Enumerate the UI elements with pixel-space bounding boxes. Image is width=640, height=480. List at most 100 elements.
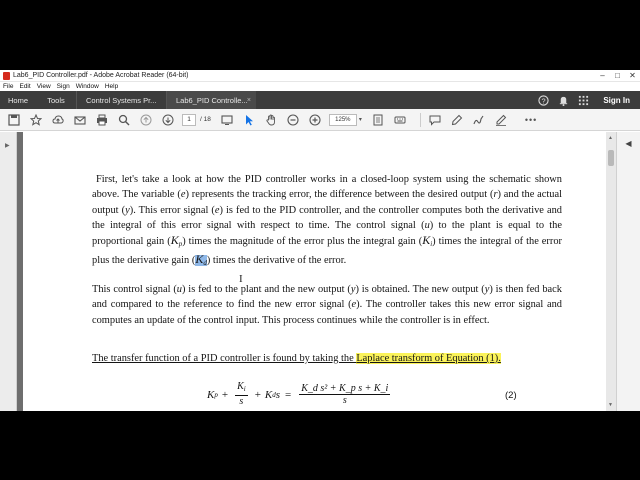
- eq-kp-sub: p: [214, 390, 218, 399]
- zoom-dropdown-icon[interactable]: ▾: [359, 116, 362, 123]
- scrollbar-thumb[interactable]: [608, 150, 614, 166]
- comment-icon[interactable]: [427, 112, 443, 128]
- fill-sign-icon[interactable]: [493, 112, 509, 128]
- tab-control-systems-doc[interactable]: Control Systems Pr...: [76, 91, 166, 109]
- equation-2: Kp + Ki s + Kds = K_d s² + K_p s + K_i s: [207, 381, 393, 408]
- minimize-button[interactable]: –: [595, 70, 610, 82]
- maximize-button[interactable]: □: [610, 70, 625, 82]
- bookmark-star-icon[interactable]: [28, 112, 44, 128]
- var-kp: K: [170, 233, 179, 248]
- expand-left-panel-icon[interactable]: ▶: [5, 142, 10, 149]
- paragraph-2: This control signal (u) is fed to the pl…: [92, 282, 562, 328]
- page-navigation: 1 / 18: [182, 113, 211, 126]
- select-cursor-icon[interactable]: [241, 112, 257, 128]
- menu-view[interactable]: View: [37, 83, 51, 90]
- selected-kd-highlight[interactable]: Kd: [195, 252, 207, 267]
- var-ki: K: [422, 233, 431, 248]
- equation-number: (2): [505, 390, 517, 401]
- window-title: Lab6_PID Controller.pdf - Adobe Acrobat …: [13, 72, 189, 79]
- menu-help[interactable]: Help: [105, 83, 118, 90]
- page-number-input[interactable]: 1: [182, 113, 196, 126]
- text-run: ) is fed to the plant and the new output…: [181, 284, 351, 295]
- paragraph-3: The transfer function of a PID controlle…: [92, 351, 562, 366]
- text-run: This control signal (: [92, 284, 177, 295]
- letterbox-top: [0, 0, 640, 70]
- hand-tool-icon[interactable]: [263, 112, 279, 128]
- eq-equals: =: [285, 388, 292, 401]
- underlined-text: The transfer function of a PID controlle…: [92, 353, 357, 364]
- window-controls: – □ ✕: [595, 70, 640, 82]
- tab-lab6-doc[interactable]: Lab6_PID Controlle... ×: [166, 91, 256, 109]
- header-right-icons: ? Sign In: [529, 91, 640, 109]
- toolbar-separator: [419, 112, 421, 127]
- text-run: ) represents the tracking error, the dif…: [185, 189, 494, 201]
- zoom-out-icon[interactable]: [285, 112, 301, 128]
- eq-kd: K: [264, 388, 273, 401]
- vertical-scrollbar[interactable]: ▲ ▼: [606, 132, 616, 411]
- help-icon[interactable]: ?: [537, 94, 549, 106]
- text-cursor-ibeam-icon: I: [239, 273, 243, 285]
- tab-spacer: [256, 91, 529, 109]
- collapse-right-panel-icon[interactable]: ◀: [624, 138, 634, 148]
- eq-ki: K: [237, 381, 244, 392]
- main-toolbar: 1 / 18 125% ▾ •••: [0, 109, 640, 131]
- scroll-down-icon[interactable]: ▼: [608, 402, 613, 408]
- page-total: / 18: [200, 116, 211, 123]
- highlighted-laplace-text[interactable]: Laplace transform of Equation (1).: [356, 353, 501, 364]
- tab-label: Lab6_PID Controlle...: [176, 95, 248, 105]
- acrobat-app-icon: [3, 71, 10, 80]
- tab-label: Control Systems Pr...: [86, 95, 157, 105]
- title-bar: Lab6_PID Controller.pdf - Adobe Acrobat …: [0, 70, 640, 82]
- text-run: ). This error signal (: [129, 204, 215, 216]
- page-display-icon[interactable]: [219, 112, 235, 128]
- close-window-button[interactable]: ✕: [625, 70, 640, 82]
- save-icon[interactable]: [6, 112, 22, 128]
- letterbox-bottom: [0, 411, 640, 480]
- previous-page-icon[interactable]: [138, 112, 154, 128]
- draw-freehand-icon[interactable]: [471, 112, 487, 128]
- eq-fraction-transfer: K_d s² + K_p s + K_i s: [299, 382, 391, 407]
- notifications-bell-icon[interactable]: [557, 94, 569, 106]
- eq-plus: +: [221, 388, 229, 401]
- email-icon[interactable]: [72, 112, 88, 128]
- tab-tools[interactable]: Tools: [36, 91, 76, 109]
- eq-transfer-denominator: s: [342, 394, 347, 406]
- keyboard-icon[interactable]: [392, 112, 408, 128]
- tab-home[interactable]: Home: [0, 91, 36, 109]
- sign-in-button[interactable]: Sign In: [603, 96, 630, 105]
- text-run: ) times the magnitude of the error plus …: [182, 236, 423, 248]
- menu-bar: File Edit View Sign Window Help: [0, 82, 640, 91]
- pdf-page: First, let's take a look at how the PID …: [23, 132, 606, 411]
- acrobat-window: Lab6_PID Controller.pdf - Adobe Acrobat …: [0, 70, 640, 411]
- eq-transfer-numerator: K_d s² + K_p s + K_i: [299, 382, 391, 395]
- more-tools-button[interactable]: •••: [525, 115, 537, 125]
- fit-page-icon[interactable]: [370, 112, 386, 128]
- eq-fraction-ki-over-s: Ki s: [235, 381, 248, 408]
- paragraph-1: First, let's take a look at how the PID …: [92, 172, 562, 272]
- close-tab-icon[interactable]: ×: [247, 97, 251, 104]
- print-icon[interactable]: [94, 112, 110, 128]
- zoom-in-icon[interactable]: [307, 112, 323, 128]
- search-icon[interactable]: [116, 112, 132, 128]
- zoom-level-input[interactable]: 125%: [328, 113, 357, 126]
- apps-grid-icon[interactable]: [577, 94, 589, 106]
- highlight-pen-icon[interactable]: [449, 112, 465, 128]
- menu-window[interactable]: Window: [76, 83, 99, 90]
- eq-frac-numerator: Ki: [235, 381, 248, 396]
- text-run: ) is obtained. The new output (: [355, 284, 485, 295]
- text-run: ) times the derivative of the error.: [206, 255, 347, 267]
- eq-ki-sub: i: [243, 385, 246, 393]
- scroll-up-icon[interactable]: ▲: [608, 135, 613, 141]
- right-tools-rail: ◀: [616, 132, 640, 411]
- menu-sign[interactable]: Sign: [57, 83, 70, 90]
- tab-bar: Home Tools Control Systems Pr... Lab6_PI…: [0, 91, 640, 109]
- left-navigation-rail: ▶: [0, 132, 17, 411]
- menu-file[interactable]: File: [3, 83, 13, 90]
- eq-plus: +: [254, 388, 261, 401]
- eq-frac-denominator: s: [239, 396, 244, 407]
- upload-cloud-icon[interactable]: [50, 112, 66, 128]
- menu-edit[interactable]: Edit: [19, 83, 30, 90]
- document-area: ▶ First, let's take a look at how the PI…: [0, 132, 640, 411]
- next-page-icon[interactable]: [160, 112, 176, 128]
- svg-text:?: ?: [541, 96, 545, 105]
